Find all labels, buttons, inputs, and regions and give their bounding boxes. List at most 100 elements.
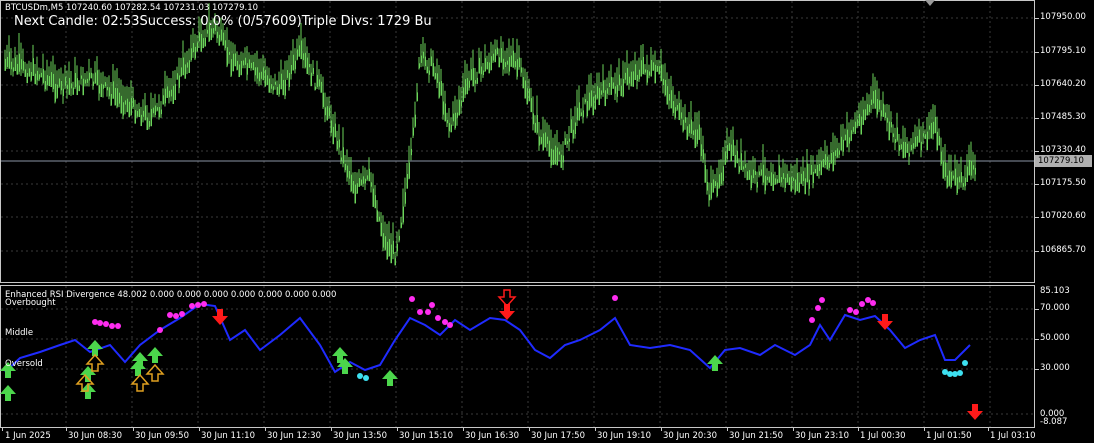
candle-body [826,156,828,170]
price-tick: 107175.50 [1040,178,1086,188]
candle-body [864,109,866,121]
candle-body [732,139,734,156]
candle-body [86,78,88,83]
candle-body [234,53,236,67]
candle-body [310,72,312,87]
candle-body [790,177,792,192]
time-axis[interactable]: 1 Jun 2025 30 Jun 08:30 30 Jun 09:50 30 … [0,428,1094,443]
candle-body [66,84,68,90]
candle-body [840,136,842,151]
candle-body [158,106,160,118]
time-label: 30 Jun 20:30 [663,431,717,441]
candle-body [730,144,732,162]
time-label: 30 Jun 09:50 [135,431,189,441]
overbought-dot [612,295,618,301]
candle-body [114,87,116,106]
overbought-dot [189,303,195,309]
candle-body [162,95,164,105]
candle-body [904,141,906,158]
candle-body [704,165,706,183]
candle-body [438,81,440,98]
candle-body [846,129,848,148]
candle-body [938,135,940,146]
candle-body [550,148,552,166]
candle-body [404,192,406,204]
candle-body [298,45,300,57]
oversold-dot [363,375,369,381]
candle-body [594,94,596,110]
candle-body [538,136,540,146]
candle-body [70,83,72,89]
candle-body [804,178,806,195]
candle-body [448,122,450,132]
candle-body [228,51,230,55]
candle-body [556,147,558,166]
candle-body [280,73,282,90]
candle-body [178,75,180,88]
candle-body [172,85,174,104]
candle-body [772,174,774,191]
candle-body [446,119,448,124]
candle-body [452,113,454,122]
candle-body [564,138,566,145]
candle-body [34,73,36,85]
candle-body [762,164,764,183]
candle-body [90,72,92,79]
sell-arrow-icon [877,314,893,330]
candle-body [8,51,10,69]
candle-body [80,75,82,79]
candle-body [420,55,422,63]
candle-body [366,175,368,180]
candle-body [6,56,8,68]
candle-body [842,139,844,152]
buy-outline-arrow-icon [145,363,165,382]
candle-body [288,72,290,87]
price-tick: 107950.00 [1040,12,1086,22]
candle-body [198,32,200,42]
candle-body [722,166,724,181]
candle-body [76,78,78,96]
candle-body [88,72,90,81]
candle-body [416,92,418,101]
candle-body [662,78,664,86]
candle-body [174,84,176,100]
candle-body [180,67,182,77]
candle-body [122,102,124,116]
candle-body [778,165,780,183]
candle-body [356,183,358,194]
candle-body [388,239,390,257]
candle-body [682,119,684,131]
indicator-scale[interactable]: 85.103 70.000 50.000 30.000 0.000 -8.087 [1035,285,1094,428]
candle-body [458,99,460,116]
candle-body [120,95,122,114]
candle-body [268,78,270,93]
chart-canvas [0,0,1034,427]
candle-body [258,72,260,82]
candle-body [648,71,650,76]
candle-body [118,92,120,104]
candle-body [548,140,550,157]
candle-body [220,29,222,41]
candle-body [348,170,350,179]
candle-body [524,80,526,99]
candle-body [754,170,756,175]
candle-body [490,56,492,71]
candle-body [50,72,52,88]
candle-body [312,68,314,74]
price-scale[interactable]: 107950.00 107795.10 107640.20 107485.30 … [1035,0,1094,283]
candle-body [632,71,634,87]
candle-body [680,112,682,119]
candle-body [230,59,232,76]
candle-body [800,173,802,184]
candle-body [718,174,720,188]
candle-body [428,70,430,75]
candle-body [156,107,158,111]
overbought-dot [115,323,121,329]
candle-body [694,129,696,149]
candle-body [618,74,620,86]
candle-body [164,88,166,104]
candle-body [110,93,112,106]
oversold-dot [357,373,363,379]
candle-body [516,59,518,77]
candle-body [372,188,374,207]
